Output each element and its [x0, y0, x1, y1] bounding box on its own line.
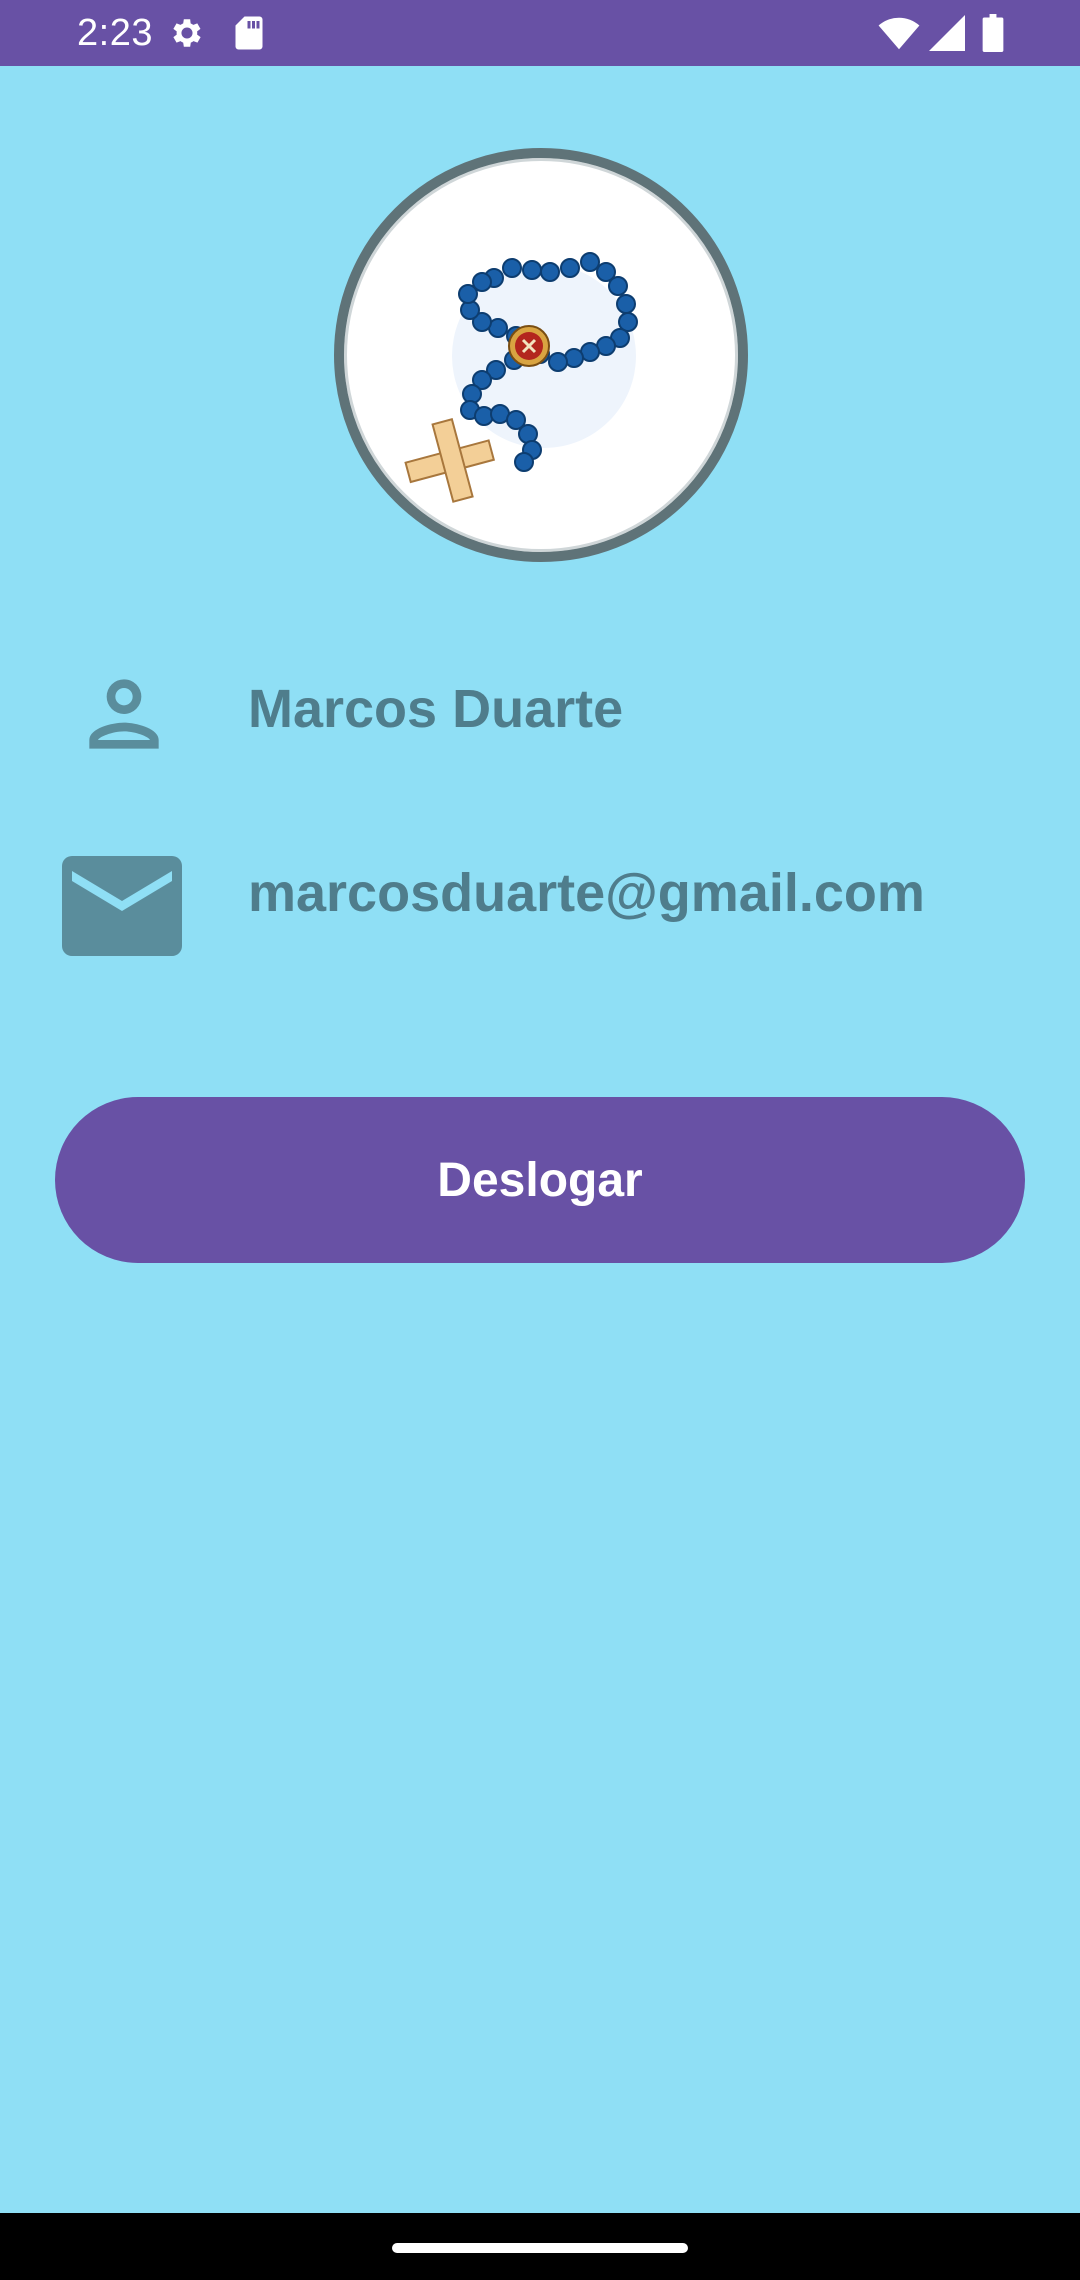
rosary-bead: [560, 258, 580, 278]
rosary-bead: [502, 258, 522, 278]
logout-button[interactable]: Deslogar: [55, 1097, 1025, 1263]
mail-icon: [62, 856, 182, 956]
home-gesture-handle[interactable]: [392, 2243, 688, 2253]
rosary-image: [404, 252, 638, 503]
status-time: 2:23: [77, 12, 153, 54]
rosary-bead: [540, 262, 560, 282]
signal-icon: [929, 15, 965, 51]
rosary-bead: [472, 272, 492, 292]
person-icon: [89, 679, 159, 749]
rosary-bead: [580, 252, 600, 272]
rosary-bead: [548, 352, 568, 372]
rosary-bead: [522, 260, 542, 280]
profile-screen: 2:23 Marcos Duarte marcosduarte@gmail.co…: [0, 0, 1080, 2280]
rosary-bead: [616, 294, 636, 314]
status-bar: 2:23: [0, 0, 1080, 66]
rosary-bead: [608, 276, 628, 296]
user-email: marcosduarte@gmail.com: [248, 863, 925, 923]
sd-card-icon: [235, 16, 263, 50]
profile-avatar: [334, 148, 748, 562]
wifi-icon: [878, 17, 920, 50]
user-name: Marcos Duarte: [248, 679, 624, 739]
navigation-bar: [0, 2213, 1080, 2280]
gear-icon: [173, 19, 201, 47]
rosary-bead: [514, 452, 534, 472]
battery-icon: [982, 14, 1004, 52]
